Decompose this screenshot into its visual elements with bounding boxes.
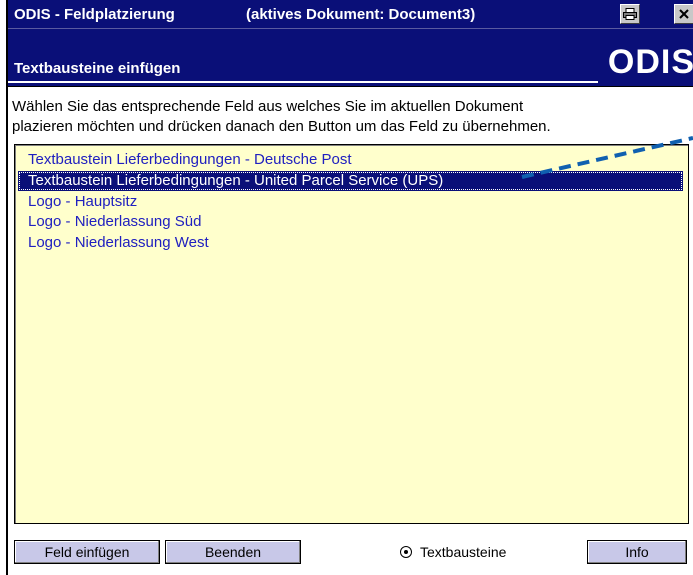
app-title: ODIS - Feldplatzierung [14, 6, 175, 23]
instructions-line-2: plazieren möchten und drücken danach den… [12, 118, 551, 135]
odis-logo: ODIS [607, 43, 693, 81]
printer-icon [623, 8, 637, 20]
footer-bar: Feld einfügen Beenden Textbausteine Info [8, 530, 693, 575]
radio-checked-dot [404, 550, 408, 554]
header-underline [8, 81, 598, 83]
print-button[interactable] [620, 4, 640, 24]
section-header: Textbausteine einfügen ODIS [8, 29, 693, 87]
active-document-label: (aktives Dokument: Document3) [246, 6, 476, 23]
quit-button[interactable]: Beenden [165, 540, 301, 564]
radio-button[interactable] [400, 546, 412, 558]
list-item[interactable]: Logo - Niederlassung West [18, 233, 683, 253]
textbausteine-radio-option[interactable]: Textbausteine [400, 544, 506, 560]
instructions-line-1: Wählen Sie das entsprechende Feld aus we… [12, 98, 524, 115]
field-listbox[interactable]: Textbaustein Lieferbedingungen - Deutsch… [14, 144, 689, 524]
insert-field-button[interactable]: Feld einfügen [14, 540, 160, 564]
list-item-selected[interactable]: Textbaustein Lieferbedingungen - United … [18, 171, 683, 191]
title-bar: ODIS - Feldplatzierung (aktives Dokument… [8, 0, 693, 29]
list-item[interactable]: Textbaustein Lieferbedingungen - Deutsch… [18, 150, 683, 170]
list-item[interactable]: Logo - Niederlassung Süd [18, 212, 683, 232]
instructions-text: Wählen Sie das entsprechende Feld aus we… [12, 97, 692, 137]
list-item[interactable]: Logo - Hauptsitz [18, 192, 683, 212]
section-title: Textbausteine einfügen [14, 60, 181, 77]
close-button[interactable] [674, 4, 693, 24]
dialog-window: ODIS - Feldplatzierung (aktives Dokument… [6, 0, 693, 575]
close-icon [679, 9, 689, 19]
info-button[interactable]: Info [587, 540, 687, 564]
radio-label: Textbausteine [420, 544, 507, 560]
